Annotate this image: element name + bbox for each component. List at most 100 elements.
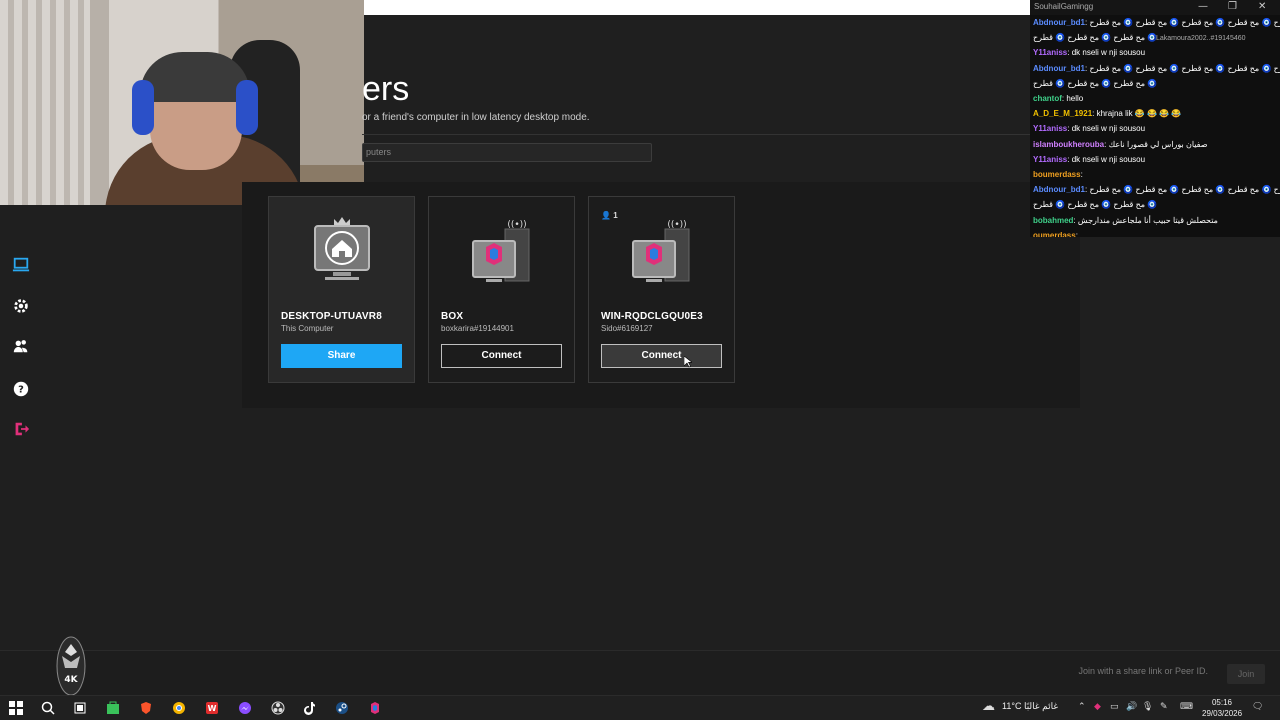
parsec-computer-icon: ((•)) [472, 220, 530, 282]
chat-message: Y11aniss: dk nseli w nji sousou [1033, 155, 1145, 164]
chat-message: Y11aniss: dk nseli w nji sousou [1033, 48, 1145, 57]
clock-time: 05:16 [1211, 698, 1233, 707]
join-button[interactable]: Join [1227, 664, 1265, 684]
page-title: ers [362, 70, 410, 108]
computer-card-win: 👤 1 ((•)) WIN-RQDCLGQU0E3 Sido#6169127 C… [588, 196, 735, 383]
chat-message: chantof: hello [1033, 94, 1083, 103]
store-icon[interactable] [105, 700, 121, 716]
task-view-icon[interactable] [72, 700, 88, 716]
chat-tag: Lakamoura2002..#19145460 [1156, 35, 1246, 42]
chat-text: مح قطرح 🧿 مح قطرح 🧿 قطرح 🧿 [1033, 78, 1158, 88]
connected-users: 👤 1 [601, 211, 618, 220]
chat-header: SouhailGamingg [1034, 2, 1094, 11]
chat-text: : dk nseli w nji sousou [1067, 154, 1146, 164]
help-icon[interactable]: ? [11, 379, 31, 399]
chat-message: islamboukherouba: صفيان بوراس لي قصورا ن… [1033, 140, 1208, 149]
chat-message: مح قطرح 🧿 مح قطرح 🧿 قطرح 🧿 [1033, 200, 1157, 209]
header-divider [362, 134, 1030, 135]
battery-icon[interactable]: ▭ [1110, 702, 1119, 712]
chat-header-strip: SouhailGamingg [1030, 0, 1280, 15]
settings-gear-icon[interactable] [11, 296, 31, 316]
chat-username: Abdnour_bd1 [1033, 18, 1085, 27]
chat-text: : متحصلش قيتا حبيب أنا ملجاعش مندارجش [1073, 215, 1218, 225]
obs-icon[interactable] [270, 700, 286, 716]
chat-message: Abdnour_bd1: مح قطرح 🧿 مح قطرح 🧿 مح قطرح… [1033, 64, 1280, 73]
computer-card-box: ((•)) BOX boxkarira#19144901 Connect [428, 196, 575, 383]
friends-icon[interactable] [11, 336, 31, 356]
chat-username: bobahmed [1033, 215, 1074, 225]
chat-text: : [1080, 170, 1083, 179]
weather-text[interactable]: 11°C غائم غالبًا [1002, 701, 1058, 712]
tiktok-icon[interactable] [302, 700, 318, 716]
weather-icon[interactable]: ☁ [982, 698, 995, 714]
chat-message: مح قطرح 🧿 مح قطرح 🧿 قطرح 🧿 [1033, 33, 1157, 42]
chat-message: Y11aniss: dk nseli w nji sousou [1033, 124, 1145, 133]
computer-sub: Sido#6169127 [601, 324, 653, 333]
close-icon[interactable]: ✕ [1258, 1, 1266, 12]
chat-message: Abdnour_bd1: مح قطرح 🧿 مح قطرح 🧿 مح قطرح… [1033, 185, 1280, 194]
search-icon[interactable] [40, 700, 56, 716]
notifications-icon[interactable]: 🗨 [1252, 702, 1263, 712]
pen-icon[interactable]: ✎ [1160, 702, 1168, 712]
chat-text: مح قطرح 🧿 مح قطرح 🧿 قطرح 🧿 [1033, 200, 1158, 210]
chat-text: : صفيان بوراس لي قصورا ناعك [1104, 139, 1208, 149]
chat-text: : hello [1061, 94, 1084, 103]
taskbar-clock[interactable]: 05:16 29/03/2026 [1202, 697, 1242, 719]
computers-icon[interactable] [11, 255, 31, 275]
logo-label: 4K [64, 675, 78, 685]
chat-text: : [1075, 230, 1078, 237]
chat-message: bobahmed: متحصلش قيتا حبيب أنا ملجاعش من… [1033, 216, 1218, 225]
chat-message: A_D_E_M_1921: khrajna lik 😂 😂 😂 😂 [1033, 109, 1181, 118]
windows-taskbar [0, 695, 1280, 720]
chat-username: boumerdass [1033, 170, 1081, 179]
chat-text: : khrajna lik 😂 😂 😂 😂 [1092, 109, 1182, 119]
restore-icon[interactable]: ❐ [1228, 1, 1237, 12]
chat-username: Abdnour_bd1 [1033, 185, 1085, 195]
connect-button[interactable]: Connect [441, 344, 562, 368]
logout-icon[interactable] [11, 419, 31, 439]
chat-username: Y11aniss [1033, 124, 1068, 134]
share-button[interactable]: Share [281, 344, 402, 368]
clock-date: 29/03/2026 [1202, 709, 1243, 718]
wps-office-icon[interactable]: W [204, 700, 220, 716]
chat-text: : مح قطرح 🧿 مح قطرح 🧿 مح قطرح 🧿 مح قطرح … [1085, 63, 1280, 73]
parsec-tray-icon[interactable]: ◆ [1094, 702, 1101, 712]
sidebar: ? [0, 205, 42, 650]
webcam-overlay [0, 0, 364, 205]
chat-username: oumerdass [1033, 230, 1076, 237]
keyboard-icon[interactable]: ⌨ [1180, 702, 1193, 712]
chat-text: مح قطرح 🧿 مح قطرح 🧿 قطرح 🧿 [1033, 33, 1158, 43]
connect-button[interactable]: Connect [601, 344, 722, 368]
chat-username: A_D_E_M_1921 [1033, 109, 1093, 119]
messenger-icon[interactable] [237, 700, 253, 716]
chat-message: boumerdass: [1033, 170, 1083, 179]
computer-card-this: DESKTOP-UTUAVR8 This Computer Share [268, 196, 415, 383]
windows-start-icon[interactable] [8, 700, 24, 716]
chrome-icon[interactable] [171, 700, 187, 716]
mouse-cursor-icon [684, 356, 692, 368]
parsec-taskbar-icon[interactable] [367, 700, 383, 716]
chat-text: : مح قطرح 🧿 مح قطرح 🧿 مح قطرح 🧿 مح قطرح … [1085, 185, 1280, 195]
steam-icon[interactable] [334, 700, 350, 716]
computer-sub: boxkarira#19144901 [441, 324, 514, 333]
join-peer-input[interactable]: Join with a share link or Peer ID. [1050, 666, 1208, 676]
user-count: 1 [613, 211, 618, 220]
brave-browser-icon[interactable] [138, 700, 154, 716]
computer-name: BOX [441, 311, 464, 322]
chat-message: Abdnour_bd1: مح قطرح 🧿 مح قطرح 🧿 مح قطرح… [1033, 18, 1280, 27]
chevron-up-icon[interactable]: ⌃ [1078, 702, 1086, 712]
app-top-strip [364, 0, 1030, 15]
chat-message: oumerdass: [1033, 231, 1078, 237]
volume-icon[interactable]: 🔊 [1126, 702, 1137, 712]
user-icon: 👤 [601, 211, 611, 220]
chat-username: chantof [1033, 94, 1062, 103]
computer-sub: This Computer [281, 324, 334, 333]
chat-message: مح قطرح 🧿 مح قطرح 🧿 قطرح 🧿 [1033, 79, 1157, 88]
page-subtitle: or a friend's computer in low latency de… [362, 112, 590, 123]
chat-username: Abdnour_bd1 [1033, 63, 1085, 73]
search-computers-input[interactable]: puters [362, 143, 652, 162]
chat-text: : مح قطرح 🧿 مح قطرح 🧿 مح قطرح 🧿 مح قطرح … [1085, 18, 1280, 27]
chat-username: islamboukherouba [1033, 139, 1105, 149]
mic-icon[interactable]: 🎙 [1142, 702, 1153, 712]
minimize-icon[interactable]: — [1198, 1, 1208, 12]
